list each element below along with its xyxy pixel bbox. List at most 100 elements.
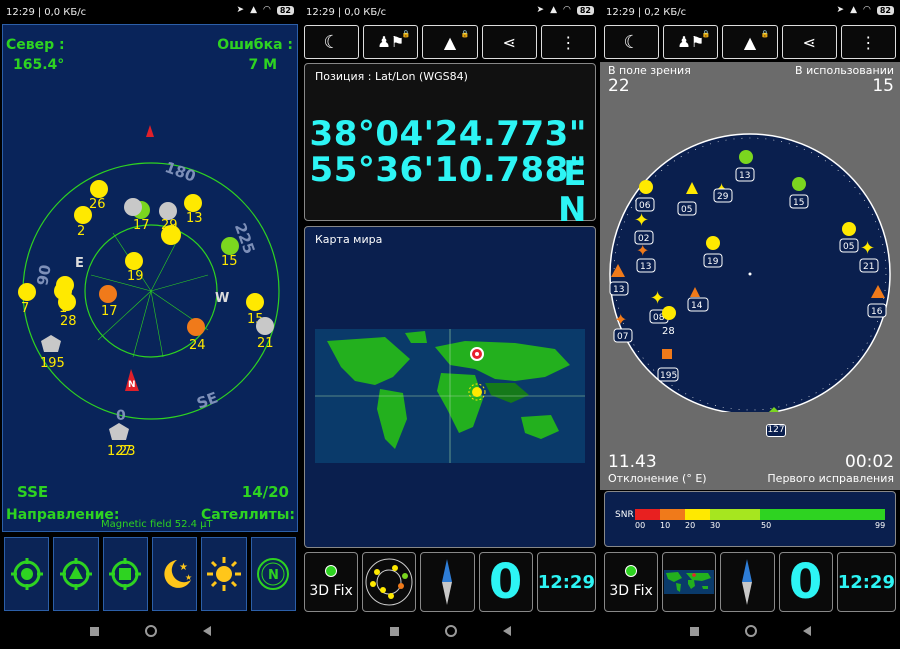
svg-text:13: 13 <box>186 211 203 226</box>
share-button[interactable]: ⋖ <box>781 25 837 59</box>
snr-ticks: 00 10 20 30 50 99 <box>635 521 886 530</box>
signal-icon: ▲ <box>250 5 257 15</box>
signal-icon: ▲ <box>850 5 857 15</box>
recents-icon[interactable] <box>89 626 99 636</box>
toolbar: ☾ ♟⚑ 🔒 ▲ 🔒 ⋖ ⋮ <box>604 25 897 59</box>
clock-tile[interactable]: 12:29 <box>536 552 596 612</box>
fix-text: 3D Fix <box>309 583 353 599</box>
satellite-marker: 17 <box>99 285 118 319</box>
day-mode-button[interactable] <box>201 537 247 611</box>
location-icon: ➤ <box>236 5 245 15</box>
gps-target-button[interactable] <box>4 537 50 611</box>
back-icon[interactable] <box>802 626 811 636</box>
people-button[interactable]: ♟⚑ 🔒 <box>363 25 419 59</box>
speed-tile[interactable]: 0 <box>478 552 533 612</box>
first-fix-label: Первого исправления <box>767 472 894 485</box>
compass-label-w: W <box>215 291 229 306</box>
compass-tile[interactable] <box>420 552 475 612</box>
back-icon[interactable] <box>202 626 211 636</box>
gps-square-button[interactable] <box>102 537 148 611</box>
svg-text:14: 14 <box>691 301 703 311</box>
lock-icon: 🔒 <box>401 30 411 38</box>
svg-text:15: 15 <box>221 254 238 269</box>
radar-button-bar: ★ ★ N <box>2 535 298 613</box>
gps-triangle-icon <box>59 558 92 590</box>
svg-text:28: 28 <box>662 326 675 337</box>
in-view-value: 22 <box>608 76 630 96</box>
mini-radar-tile[interactable] <box>362 552 417 612</box>
radar-view[interactable]: Север : 165.4° Ошибка : 7 M 180 225 W SE… <box>2 24 298 532</box>
status-speed: 0,0 КБ/с <box>344 6 387 18</box>
recents-icon[interactable] <box>389 626 399 636</box>
lock-icon: 🔒 <box>760 30 770 38</box>
more-button[interactable]: ⋮ <box>840 25 897 59</box>
svg-text:21: 21 <box>257 336 274 351</box>
night-mode-button[interactable]: ☾ <box>604 25 660 59</box>
satellite-marker: 24 <box>187 318 206 353</box>
night-mode-button[interactable]: ★ ★ <box>151 537 198 611</box>
android-nav-bar <box>0 613 300 649</box>
svg-text:13: 13 <box>613 285 624 295</box>
svg-text:✦: ✦ <box>650 288 665 309</box>
gps-target-icon <box>10 558 43 590</box>
lock-icon: 🔒 <box>701 30 711 38</box>
compass-button[interactable]: N <box>250 537 296 611</box>
back-icon[interactable] <box>502 626 511 636</box>
position-card[interactable]: Позиция : Lat/Lon (WGS84) 38°04'24.773" … <box>304 63 596 230</box>
svg-text:★: ★ <box>179 562 188 573</box>
status-bar: 12:29 | 0,0 КБ/с ➤ ▲ ◠ 82 <box>300 0 600 24</box>
more-button[interactable]: ⋮ <box>540 25 597 59</box>
fix-tile[interactable]: 3D Fix <box>304 552 359 612</box>
night-mode-button[interactable]: ☾ <box>304 25 360 59</box>
sky-center <box>748 272 752 276</box>
status-bar: 12:29 | 0,2 КБ/с ➤ ▲ ◠ 82 <box>600 0 900 24</box>
satellite-marker: 13 <box>184 194 203 226</box>
compass-label-e: E <box>75 256 84 271</box>
svg-text:26: 26 <box>89 197 106 212</box>
lock-icon: 🔒 <box>460 30 470 38</box>
clock-value: 12:29 <box>537 571 595 593</box>
svg-text:17: 17 <box>101 304 118 319</box>
location-marker-icon <box>470 347 484 361</box>
svg-text:★: ★ <box>185 573 192 582</box>
magnetic-field-text: Magnetic field 52.4 µT <box>101 519 213 530</box>
snr-legend: SNR 00 10 20 30 50 99 <box>604 491 896 547</box>
svg-text:N: N <box>268 568 279 583</box>
position-title: Позиция : Lat/Lon (WGS84) <box>315 70 468 83</box>
people-button[interactable]: ♟⚑ 🔒 <box>663 25 719 59</box>
radar-satellites: 26 2 17 29 13 15 19 7 1 28 17 24 15 21 1… <box>18 180 274 459</box>
skyview-area[interactable]: В поле зрения 22 В использовании 15 13 0… <box>600 62 900 490</box>
clock-tile[interactable]: 12:29 <box>836 552 896 612</box>
recents-icon[interactable] <box>689 626 699 636</box>
compass-tile[interactable] <box>720 552 775 612</box>
share-button[interactable]: ⋖ <box>481 25 537 59</box>
svg-text:✦: ✦ <box>860 238 875 259</box>
mini-map-tile[interactable] <box>662 552 717 612</box>
svg-text:05: 05 <box>681 205 692 215</box>
navigate-button[interactable]: ▲ 🔒 <box>722 25 778 59</box>
status-tiles: 3D Fix 0 12:29 <box>304 552 596 612</box>
location-icon: ➤ <box>536 5 545 15</box>
people-flag-icon: ♟⚑ <box>377 33 405 51</box>
radar-panel: 12:29 | 0,0 КБ/с ➤ ▲ ◠ 82 Север : 165.4°… <box>0 0 300 649</box>
fix-indicator-icon <box>325 565 338 577</box>
home-icon[interactable] <box>444 625 457 637</box>
satellite-marker: 19 <box>125 252 144 284</box>
speed-tile[interactable]: 0 <box>778 552 833 612</box>
mini-world-map-icon <box>664 570 715 594</box>
home-icon[interactable] <box>744 625 757 637</box>
home-icon[interactable] <box>144 625 157 637</box>
wifi-icon: ◠ <box>263 5 271 15</box>
direction-value: SSE <box>17 483 49 501</box>
fix-tile[interactable]: 3D Fix <box>604 552 659 612</box>
navigation-arrow-icon: ▲ <box>443 32 457 52</box>
navigate-button[interactable]: ▲ 🔒 <box>422 25 478 59</box>
svg-text:23: 23 <box>119 444 136 459</box>
svg-text:195: 195 <box>660 371 677 381</box>
world-map-card[interactable]: Карта мира <box>304 226 596 548</box>
compass-label-ne: 90 <box>33 263 54 287</box>
satellites-value: 14/20 <box>241 483 289 501</box>
gps-triangle-button[interactable] <box>53 537 99 611</box>
clock-value: 12:29 <box>837 571 895 593</box>
status-speed: 0,2 КБ/с <box>644 6 687 18</box>
